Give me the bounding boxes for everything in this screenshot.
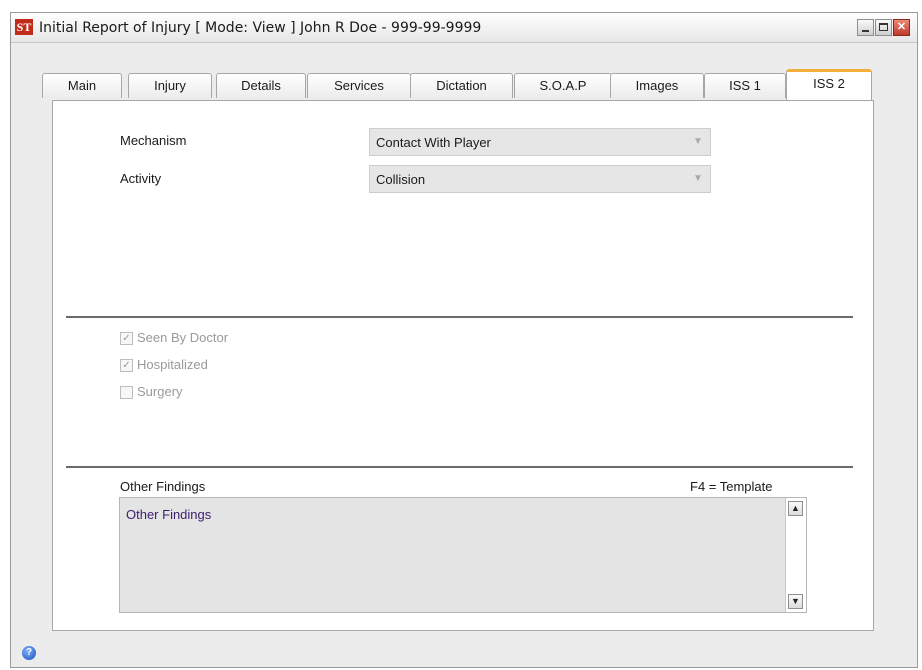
findings-scrollbar[interactable]: ▲ ▼ — [785, 498, 806, 612]
activity-select[interactable]: Collision ▼ — [369, 165, 711, 193]
hospitalized-label: Hospitalized — [137, 357, 208, 372]
tab-soap[interactable]: S.O.A.P — [514, 73, 612, 98]
close-button[interactable]: ✕ — [893, 19, 910, 36]
seen-by-doctor-label: Seen By Doctor — [137, 330, 229, 345]
surgery-label: Surgery — [137, 384, 183, 399]
tab-dictation[interactable]: Dictation — [410, 73, 513, 98]
mechanism-value: Contact With Player — [376, 135, 491, 150]
tab-injury[interactable]: Injury — [128, 73, 212, 98]
section-divider — [66, 466, 853, 468]
chevron-down-icon: ▼ — [693, 173, 703, 184]
mechanism-label: Mechanism — [120, 133, 187, 148]
window-title: Initial Report of Injury [ Mode: View ] … — [39, 20, 482, 36]
activity-label: Activity — [120, 171, 162, 186]
title-bar[interactable]: ST Initial Report of Injury [ Mode: View… — [11, 13, 917, 43]
template-hint: F4 = Template — [690, 479, 773, 494]
seen-by-doctor-checkbox[interactable]: ✓ — [120, 332, 133, 345]
other-findings-label: Other Findings — [120, 479, 206, 494]
maximize-button[interactable] — [875, 19, 892, 36]
tab-main[interactable]: Main — [42, 73, 122, 98]
app-logo-icon: ST — [15, 19, 33, 35]
section-divider — [66, 316, 853, 318]
arrow-down-icon[interactable]: ▼ — [788, 594, 803, 609]
chevron-down-icon: ▼ — [693, 136, 703, 147]
surgery-checkbox[interactable] — [120, 386, 133, 399]
tab-details[interactable]: Details — [216, 73, 306, 98]
tab-iss-1[interactable]: ISS 1 — [704, 73, 786, 98]
arrow-up-icon[interactable]: ▲ — [788, 501, 803, 516]
activity-value: Collision — [376, 172, 426, 187]
mechanism-select[interactable]: Contact With Player ▼ — [369, 128, 711, 156]
hospitalized-checkbox[interactable]: ✓ — [120, 359, 133, 372]
other-findings-text: Other Findings — [126, 507, 212, 522]
tab-services[interactable]: Services — [307, 73, 411, 98]
tab-iss-2[interactable]: ISS 2 — [786, 69, 872, 100]
minimize-button[interactable] — [857, 19, 874, 36]
help-icon[interactable]: ? — [22, 646, 36, 660]
tab-images[interactable]: Images — [610, 73, 704, 98]
other-findings-textarea[interactable]: Other Findings ▲ ▼ — [119, 497, 807, 613]
